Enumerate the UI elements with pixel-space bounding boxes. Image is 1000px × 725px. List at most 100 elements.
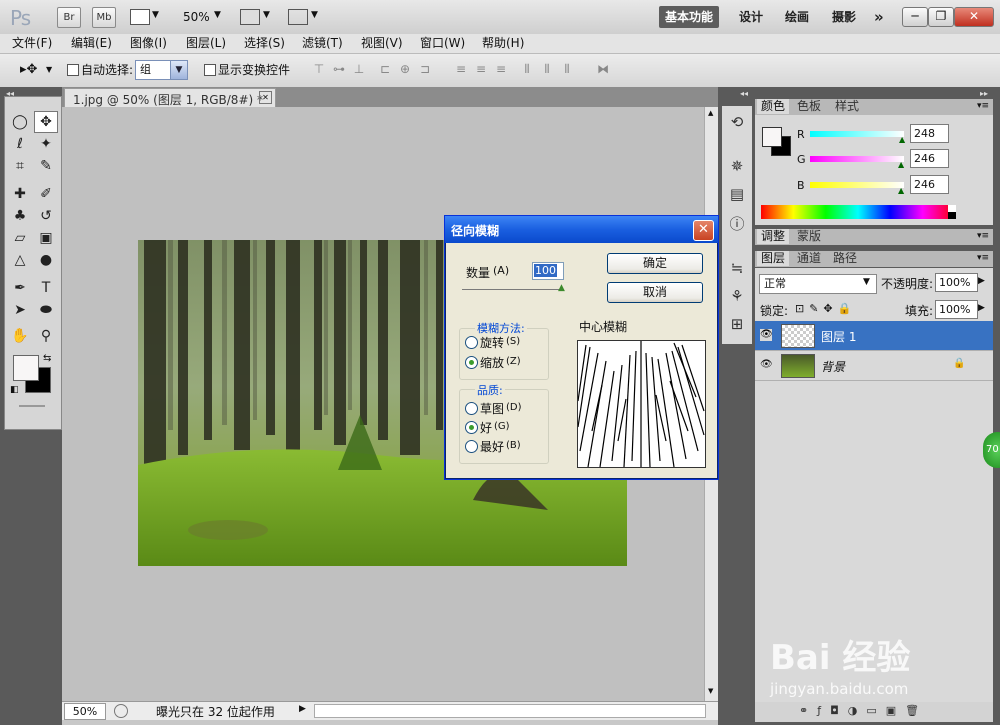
distribute-top-icon[interactable]: ≡ xyxy=(454,62,468,76)
quality-good-radio[interactable] xyxy=(465,421,478,434)
workspace-essentials[interactable]: 基本功能 xyxy=(659,6,720,28)
menu-filter[interactable]: 滤镜(T) xyxy=(302,35,343,52)
status-info-icon[interactable] xyxy=(114,704,128,718)
method-spin-radio[interactable] xyxy=(465,336,478,349)
zoom-tool-icon[interactable]: ⚲ xyxy=(34,325,58,347)
chevron-down-icon[interactable]: ▼ xyxy=(152,10,159,20)
align-vcenter-icon[interactable]: ⊶ xyxy=(332,62,346,76)
gradient-tool-icon[interactable]: ▣ xyxy=(34,227,58,249)
floating-badge[interactable]: 70 xyxy=(983,432,1000,468)
layer-actions-icons[interactable]: ⚭ƒ◘◑▭▣🗑 xyxy=(799,704,928,717)
horizontal-scrollbar[interactable] xyxy=(314,704,706,718)
amount-slider-thumb-icon[interactable]: ▲ xyxy=(558,283,565,293)
layer-row[interactable]: 👁 背景 🔒 xyxy=(755,351,993,381)
panel-menu-icon[interactable]: ▾≡ xyxy=(977,253,989,263)
dialog-close-icon[interactable]: ✕ xyxy=(693,220,714,241)
collapse-panels-icon[interactable]: ▸▸ xyxy=(980,89,988,98)
menu-edit[interactable]: 编辑(E) xyxy=(71,35,112,52)
layer-name[interactable]: 背景 xyxy=(821,358,845,375)
default-colors-icon[interactable]: ◧ xyxy=(10,385,19,395)
arrange-documents-icon[interactable] xyxy=(240,9,260,25)
marquee-tool-icon[interactable]: ◯ xyxy=(8,111,32,133)
ok-button[interactable]: 确定 xyxy=(607,253,703,274)
workspace-photography[interactable]: 摄影 xyxy=(826,6,862,28)
lock-options-icons[interactable]: ⊡✎✥🔒 xyxy=(795,302,856,315)
distribute-left-icon[interactable]: ⫴ xyxy=(520,62,534,76)
tab-swatches[interactable]: 色板 xyxy=(793,99,825,114)
zoom-level[interactable]: 50% xyxy=(183,10,210,24)
channel-g-value[interactable]: 246 xyxy=(910,149,949,168)
eraser-tool-icon[interactable]: ▱ xyxy=(8,227,32,249)
swap-colors-icon[interactable]: ⇆ xyxy=(43,353,51,364)
white-swatch[interactable] xyxy=(948,205,956,212)
clone-source-panel-icon[interactable]: ⊞ xyxy=(726,314,748,334)
menu-layer[interactable]: 图层(L) xyxy=(186,35,226,52)
minibridge-button[interactable]: Mb xyxy=(92,7,116,28)
distribute-hcenter-icon[interactable]: ⫴ xyxy=(540,62,554,76)
menu-help[interactable]: 帮助(H) xyxy=(482,35,524,52)
cancel-button[interactable]: 取消 xyxy=(607,282,703,303)
eyedropper-tool-icon[interactable]: ✎ xyxy=(34,155,58,177)
tab-layers[interactable]: 图层 xyxy=(757,251,790,266)
path-selection-tool-icon[interactable]: ➤ xyxy=(8,299,32,321)
align-right-icon[interactable]: ⊐ xyxy=(418,62,432,76)
brush-presets-panel-icon[interactable]: ≒ xyxy=(726,258,748,278)
quality-good-label[interactable]: 好 xyxy=(480,419,492,436)
chevron-down-icon[interactable]: ▼ xyxy=(263,10,270,20)
hand-tool-icon[interactable]: ✋ xyxy=(8,325,32,347)
history-brush-tool-icon[interactable]: ↺ xyxy=(34,205,58,227)
workspace-design[interactable]: 设计 xyxy=(733,6,769,28)
layer-row[interactable]: 👁 图层 1 xyxy=(755,321,993,351)
channel-b-value[interactable]: 246 xyxy=(910,175,949,194)
restore-button[interactable]: ❐ xyxy=(928,7,954,27)
more-workspaces-icon[interactable]: » xyxy=(868,6,890,28)
move-tool-icon[interactable]: ✥ xyxy=(34,111,58,133)
distribute-right-icon[interactable]: ⫴ xyxy=(560,62,574,76)
chevron-down-icon[interactable]: ▼ xyxy=(214,10,221,20)
quick-mask-icon[interactable] xyxy=(19,405,45,407)
menu-select[interactable]: 选择(S) xyxy=(244,35,285,52)
tab-styles[interactable]: 样式 xyxy=(831,99,863,114)
pen-tool-icon[interactable]: ✒ xyxy=(8,277,32,299)
brushes-panel-icon[interactable]: ⚘ xyxy=(726,286,748,306)
quality-draft-label[interactable]: 草图 xyxy=(480,400,504,417)
navigator-panel-icon[interactable]: ✵ xyxy=(726,156,748,176)
quality-draft-radio[interactable] xyxy=(465,402,478,415)
menu-window[interactable]: 窗口(W) xyxy=(420,35,465,52)
amount-slider-track[interactable] xyxy=(462,289,564,290)
close-window-button[interactable]: ✕ xyxy=(954,7,994,27)
panel-menu-icon[interactable]: ▾≡ xyxy=(977,231,989,241)
tab-masks[interactable]: 蒙版 xyxy=(793,229,825,244)
align-top-icon[interactable]: ⊤ xyxy=(312,62,326,76)
chevron-down-icon[interactable]: ▼ xyxy=(46,65,52,74)
distribute-vcenter-icon[interactable]: ≡ xyxy=(474,62,488,76)
clone-stamp-tool-icon[interactable]: ♣ xyxy=(8,205,32,227)
foreground-color-swatch[interactable] xyxy=(13,355,39,381)
align-left-icon[interactable]: ⊏ xyxy=(378,62,392,76)
auto-select-dropdown[interactable]: 组 xyxy=(135,60,175,80)
dialog-title-bar[interactable]: 径向模糊 ✕ xyxy=(445,216,718,243)
show-transform-checkbox[interactable] xyxy=(204,64,216,76)
opacity-value[interactable]: 100% xyxy=(935,273,978,292)
move-tool-preset-icon[interactable]: ▸✥ xyxy=(20,62,37,77)
lasso-tool-icon[interactable]: ℓ xyxy=(8,133,32,155)
visibility-eye-icon[interactable]: 👁 xyxy=(760,329,773,341)
amount-input[interactable]: 100 xyxy=(532,262,564,280)
screen-mode-icon[interactable] xyxy=(288,9,308,25)
close-document-icon[interactable]: ✕ xyxy=(259,91,272,104)
scroll-down-icon[interactable]: ▼ xyxy=(708,687,713,695)
channel-b-slider[interactable] xyxy=(810,182,904,188)
minimize-button[interactable]: ─ xyxy=(902,7,928,27)
method-zoom-label[interactable]: 缩放 xyxy=(480,354,504,371)
status-menu-arrow-icon[interactable]: ▶ xyxy=(299,704,306,714)
opacity-arrow-icon[interactable]: ▶ xyxy=(978,276,985,286)
blend-mode-dropdown[interactable]: 正常 xyxy=(759,274,877,294)
foreground-color-swatch[interactable] xyxy=(762,127,782,147)
black-swatch[interactable] xyxy=(948,212,956,219)
color-spectrum-bar[interactable] xyxy=(761,205,955,219)
slider-thumb-icon[interactable]: ▲ xyxy=(898,160,904,169)
info-panel-icon[interactable]: ⓘ xyxy=(726,214,748,234)
crop-tool-icon[interactable]: ⌗ xyxy=(8,155,32,177)
magic-wand-tool-icon[interactable]: ✦ xyxy=(34,133,58,155)
shape-tool-icon[interactable]: ⬬ xyxy=(34,299,58,321)
